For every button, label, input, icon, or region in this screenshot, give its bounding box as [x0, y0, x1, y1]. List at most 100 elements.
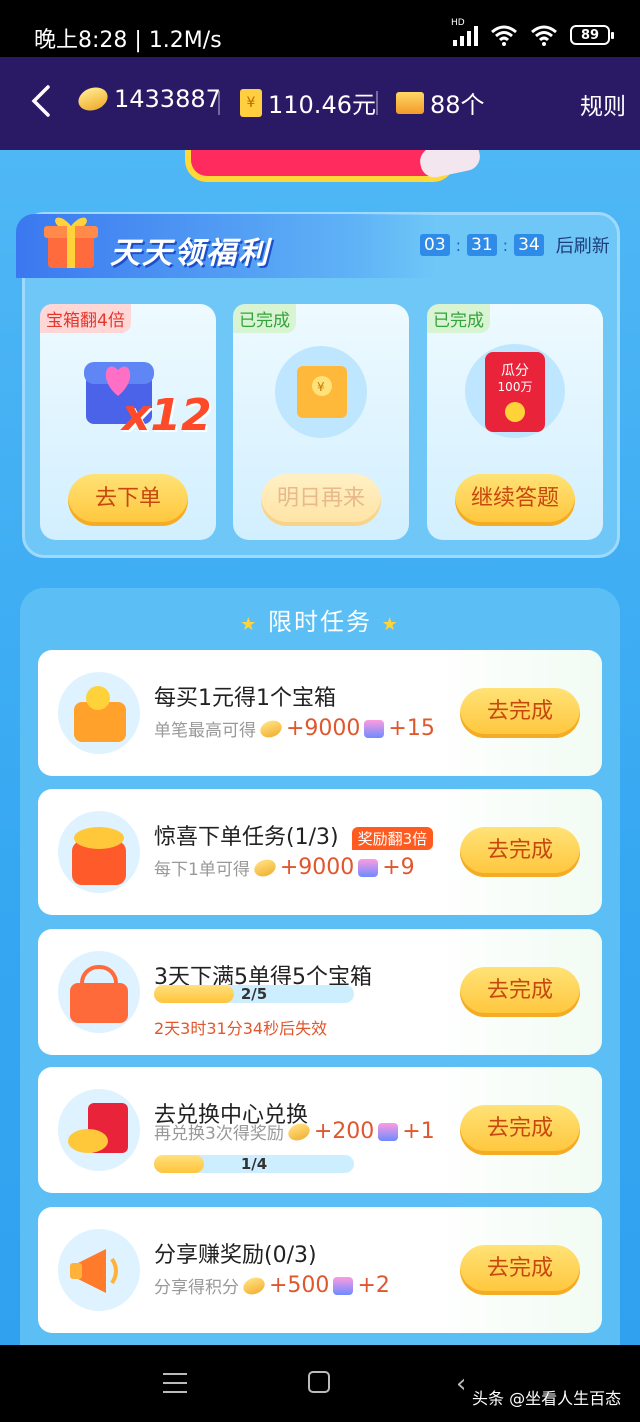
gem-chest-icon [358, 858, 379, 877]
card-tag: 宝箱翻4倍 [40, 304, 131, 333]
reward-coins: +9000 [279, 855, 355, 880]
task-name: 每买1元得1个宝箱 [154, 686, 336, 711]
reward-coins: +200 [313, 1119, 375, 1144]
coin-icon [240, 1274, 268, 1297]
go-complete-button[interactable]: 去完成 [460, 1105, 580, 1155]
card-tag: 已完成 [427, 304, 490, 333]
wallet-icon [58, 672, 140, 754]
quiz-art-text-2: 100万 [497, 380, 533, 394]
task-reward: 再兑换3次得奖励 +200 +1 [154, 1119, 435, 1144]
rules-link[interactable]: 规则 [580, 87, 626, 121]
task-progress-bar: 2/5 [154, 985, 354, 1003]
reward-coins: +500 [269, 1273, 330, 1298]
wifi-icon-2 [531, 25, 557, 46]
wifi-icon [491, 25, 517, 46]
home-icon[interactable] [308, 1371, 330, 1393]
welfare-title: 天天领福利 [110, 236, 270, 271]
go-complete-button[interactable]: 去完成 [460, 967, 580, 1017]
coin-icon [285, 1120, 312, 1143]
reward-gems: +15 [388, 716, 435, 741]
coin-icon [75, 83, 111, 115]
come-tomorrow-button[interactable]: 明日再来 [261, 474, 381, 526]
task-reward: 单笔最高可得 +9000 +15 [154, 716, 435, 741]
reward-gems: +2 [357, 1273, 390, 1298]
task-item-exchange: 去兑换中心兑换 再兑换3次得奖励 +200 +1 1/4 去完成 [38, 1067, 602, 1193]
shopping-basket-icon [58, 951, 140, 1033]
task-sub: 单笔最高可得 [154, 721, 256, 741]
progress-text: 2/5 [240, 985, 268, 1003]
countdown-seconds: 34 [514, 234, 544, 256]
quiz-art-text-1: 瓜分 [501, 363, 529, 379]
task-item-share: 分享赚奖励(0/3) 分享得积分 +500 +2 去完成 [38, 1207, 602, 1333]
go-complete-button[interactable]: 去完成 [460, 827, 580, 877]
status-time: 晚上8:28 [34, 28, 128, 53]
welfare-card-quiz: 已完成 瓜分 100万 继续答题 [427, 304, 603, 540]
menu-icon[interactable] [163, 1373, 187, 1393]
coin-count: 1433887 [114, 85, 221, 113]
chest-multiplier: x12 [122, 390, 212, 441]
continue-quiz-button[interactable]: 继续答题 [455, 474, 575, 526]
svg-text:¥: ¥ [317, 380, 325, 394]
task-name: 惊喜下单任务(1/3) 奖励翻3倍 [154, 819, 434, 851]
system-nav-bar: ‹ 头条 @坐看人生百态 [0, 1345, 640, 1422]
box-balance: 88个 [396, 85, 485, 120]
reward-boost-badge: 奖励翻3倍 [351, 826, 434, 850]
task-reward: 分享得积分 +500 +2 [154, 1273, 390, 1298]
money-amount: 110.46元 [268, 91, 376, 119]
task-reward: 每下1单可得 +9000 +9 [154, 855, 415, 880]
gem-chest-icon [378, 1122, 399, 1141]
gem-chest-icon [364, 719, 385, 738]
back-icon[interactable] [26, 81, 60, 121]
banner-decoration-2 [417, 150, 483, 180]
coin-icon [251, 856, 278, 879]
treasure-box-icon [396, 91, 424, 114]
welfare-card-redpacket: 已完成 ¥ 明日再来 [233, 304, 409, 540]
go-complete-button[interactable]: 去完成 [460, 688, 580, 738]
red-envelope-icon: ¥ [275, 346, 367, 438]
go-order-button[interactable]: 去下单 [68, 474, 188, 526]
status-speed: 1.2M/s [148, 28, 222, 53]
welfare-card-order: 宝箱翻4倍 x12 去下单 [40, 304, 216, 540]
card-tag: 已完成 [233, 304, 296, 333]
divider [376, 91, 378, 115]
reward-gems: +9 [382, 855, 415, 880]
tasks-title: ★ 限时任务 ★ [0, 602, 640, 637]
nav-back-icon[interactable]: ‹ [456, 1369, 466, 1399]
task-name: 分享赚奖励(0/3) [154, 1243, 317, 1268]
coin-balance: 1433887 [75, 83, 221, 115]
hd-label: HD [451, 18, 465, 28]
task-name-text: 惊喜下单任务(1/3) [154, 825, 339, 850]
status-icons: HD 89 [451, 18, 614, 46]
coin-icon [257, 717, 285, 740]
task-item-buy: 每买1元得1个宝箱 单笔最高可得 +9000 +15 去完成 [38, 650, 602, 776]
divider [218, 91, 220, 115]
go-complete-button[interactable]: 去完成 [460, 1245, 580, 1295]
battery-level: 89 [580, 27, 600, 43]
coin-bag-icon [58, 811, 140, 893]
gem-chest-icon [333, 1276, 354, 1295]
cellular-signal-icon: HD [451, 18, 478, 46]
reward-coins: +9000 [286, 716, 361, 741]
money-balance: ¥ 110.46元 [240, 85, 376, 120]
money-icon: ¥ [240, 88, 262, 117]
battery-icon: 89 [570, 25, 614, 45]
task-expire: 2天3时31分34秒后失效 [154, 1019, 328, 1038]
status-left: 晚上8:28 | 1.2M/s [34, 28, 222, 53]
gift-box-icon [44, 217, 98, 268]
star-icon: ★ [381, 614, 400, 635]
star-icon: ★ [240, 614, 259, 635]
watermark: 头条 @坐看人生百态 [472, 1389, 622, 1408]
task-sub: 分享得积分 [154, 1278, 239, 1298]
refresh-countdown: 03 : 31 : 34 后刷新 [420, 232, 610, 258]
countdown-hours: 03 [420, 234, 450, 256]
megaphone-icon [58, 1229, 140, 1311]
exchange-redpacket-icon [58, 1089, 140, 1171]
top-header: 1433887 ¥ 110.46元 88个 规则 [0, 57, 640, 150]
tasks-title-text: 限时任务 [268, 608, 372, 636]
main-content: 天天领福利 03 : 31 : 34 后刷新 宝箱翻4倍 x12 去下单 已完成… [0, 150, 640, 1345]
banner-decoration [185, 150, 455, 182]
reward-gems: +1 [402, 1119, 435, 1144]
task-item-five-orders: 3天下满5单得5个宝箱 2/5 2天3时31分34秒后失效 去完成 [38, 929, 602, 1055]
task-progress-bar: 1/4 [154, 1155, 354, 1173]
box-count: 88个 [430, 91, 485, 119]
